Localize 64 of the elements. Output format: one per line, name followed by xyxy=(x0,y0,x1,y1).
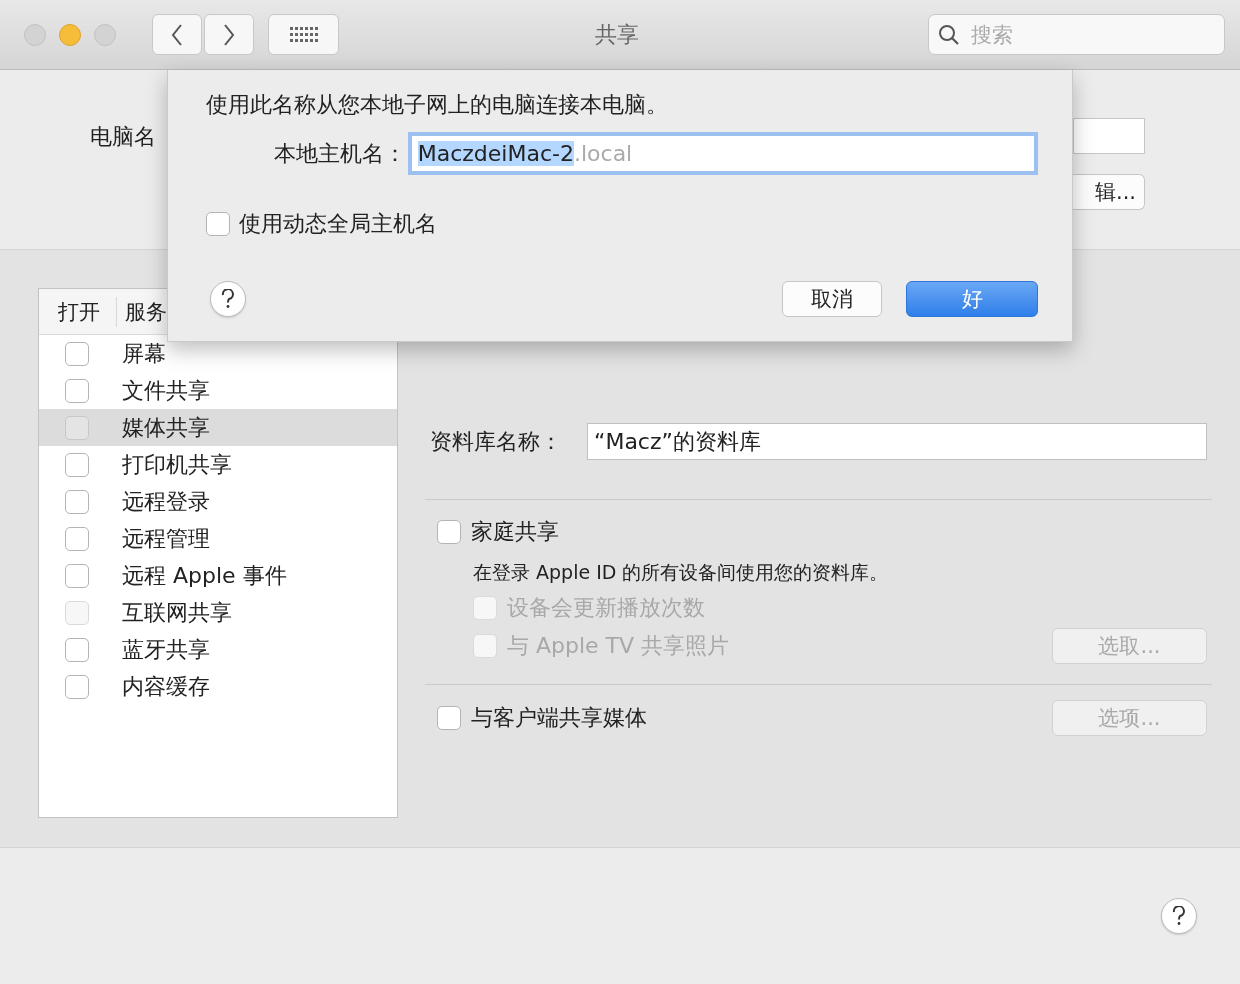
service-name: 屏幕 xyxy=(122,339,166,368)
checkbox[interactable] xyxy=(65,637,89,662)
question-icon xyxy=(221,289,235,309)
service-name: 远程 Apple 事件 xyxy=(122,561,287,590)
checkbox-label: 使用动态全局主机名 xyxy=(239,210,437,238)
service-name: 文件共享 xyxy=(122,376,210,405)
service-name: 打印机共享 xyxy=(122,450,232,479)
checkbox[interactable] xyxy=(206,212,230,236)
service-row[interactable]: 蓝牙共享 xyxy=(39,631,397,668)
checkbox-label: 与客户端共享媒体 xyxy=(471,704,647,732)
minimize-button[interactable] xyxy=(59,23,81,46)
grid-icon xyxy=(289,26,318,43)
service-row[interactable]: 远程 Apple 事件 xyxy=(39,557,397,594)
service-row[interactable]: 媒体共享 xyxy=(39,409,397,446)
checkbox[interactable] xyxy=(65,489,89,514)
checkbox-label: 设备会更新播放次数 xyxy=(507,594,705,622)
column-header[interactable]: 服务 xyxy=(117,297,167,326)
checkbox[interactable] xyxy=(65,526,89,551)
service-name: 远程管理 xyxy=(122,524,210,553)
checkbox[interactable] xyxy=(65,378,89,403)
edit-button[interactable]: 辑... xyxy=(1073,174,1145,210)
checkbox[interactable] xyxy=(437,520,461,544)
window-title: 共享 xyxy=(595,21,639,49)
search-icon xyxy=(938,24,960,46)
question-icon xyxy=(1172,906,1186,926)
hostname-label: 本地主机名： xyxy=(272,139,407,168)
checkbox[interactable] xyxy=(65,674,89,699)
checkbox-label: 家庭共享 xyxy=(471,518,559,546)
service-name: 互联网共享 xyxy=(122,598,232,627)
library-name-field[interactable]: “Macz”的资料库 xyxy=(587,423,1207,460)
computer-name-field[interactable] xyxy=(1073,118,1145,154)
help-button[interactable] xyxy=(210,281,246,317)
checkbox[interactable] xyxy=(65,452,89,477)
library-name-label: 资料库名称： xyxy=(430,427,563,456)
checkbox[interactable] xyxy=(65,341,89,366)
service-row[interactable]: 内容缓存 xyxy=(39,668,397,705)
search-field[interactable]: 搜索 xyxy=(928,14,1225,55)
close-button[interactable] xyxy=(24,23,46,46)
checkbox[interactable] xyxy=(65,563,89,588)
cancel-button[interactable]: 取消 xyxy=(782,281,882,317)
service-row[interactable]: 文件共享 xyxy=(39,372,397,409)
show-all-button[interactable] xyxy=(268,14,339,55)
help-button[interactable] xyxy=(1161,898,1197,934)
description-text: 在登录 Apple ID 的所有设备间使用您的资料库。 xyxy=(473,560,890,585)
service-row[interactable]: 远程管理 xyxy=(39,520,397,557)
zoom-button[interactable] xyxy=(94,23,116,46)
back-icon xyxy=(170,22,184,47)
service-name: 远程登录 xyxy=(122,487,210,516)
service-row[interactable]: 屏幕 xyxy=(39,335,397,372)
forward-button[interactable] xyxy=(204,14,254,55)
service-row[interactable]: 远程登录 xyxy=(39,483,397,520)
back-button[interactable] xyxy=(152,14,202,55)
computer-name-label: 电脑名 xyxy=(90,123,156,151)
checkbox-label: 与 Apple TV 共享照片 xyxy=(507,632,730,660)
service-name: 内容缓存 xyxy=(122,672,210,701)
service-row[interactable]: 打印机共享 xyxy=(39,446,397,483)
checkbox[interactable] xyxy=(437,706,461,730)
service-name: 蓝牙共享 xyxy=(122,635,210,664)
hostname-field[interactable]: MaczdeiMac-2.local xyxy=(407,132,1038,175)
service-name: 媒体共享 xyxy=(122,413,210,442)
dialog-message: 使用此名称从您本地子网上的电脑连接本电脑。 xyxy=(206,91,669,119)
checkbox[interactable] xyxy=(65,415,89,440)
forward-icon xyxy=(222,22,236,47)
column-header[interactable]: 打开 xyxy=(39,296,117,327)
